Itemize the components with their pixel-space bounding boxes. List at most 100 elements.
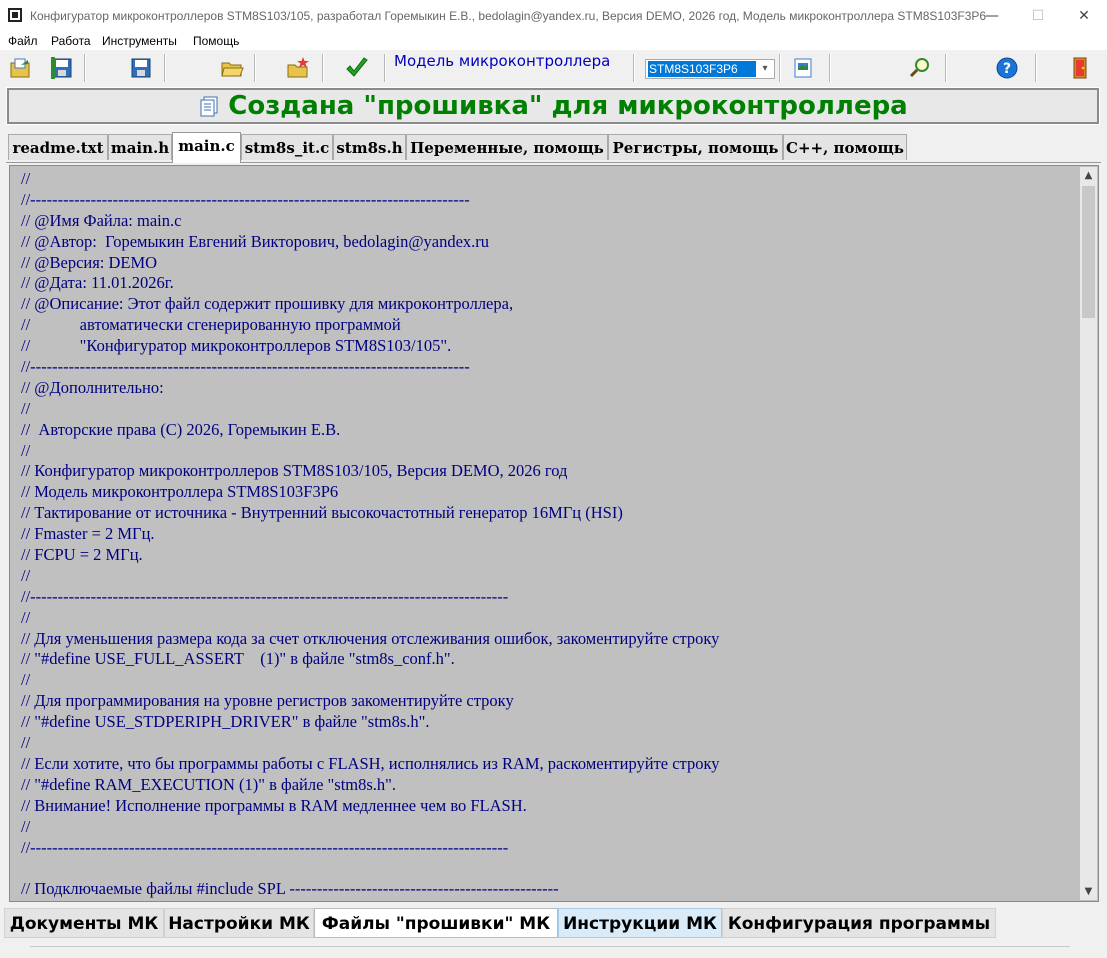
code-line: // @Дополнительно: <box>21 377 164 397</box>
bottom-tabs: Документы МК Настройки МК Файлы "прошивк… <box>0 905 1107 940</box>
file-tabs: readme.txt main.h main.c stm8s_it.c stm8… <box>6 132 1101 163</box>
new-project-icon <box>287 57 309 78</box>
toolbar-separator <box>84 54 86 82</box>
tab-stm8s-h[interactable]: stm8s.h <box>333 134 406 160</box>
tab-stm8s-it-c[interactable]: stm8s_it.c <box>241 134 333 160</box>
minimize-button[interactable]: — <box>969 0 1015 32</box>
tab-mk-instructions[interactable]: Инструкции МК <box>558 908 722 938</box>
code-line: // <box>21 733 31 753</box>
toolbar-separator <box>254 54 256 82</box>
code-line: // @Дата: 11.01.2026г. <box>21 273 174 293</box>
code-line: // Конфигуратор микроконтроллеров STM8S1… <box>21 461 568 481</box>
generate-check-icon <box>346 57 368 77</box>
save-button[interactable] <box>127 54 155 82</box>
open-folder-icon <box>221 62 244 77</box>
toolbar-separator <box>945 54 947 82</box>
toolbar-separator <box>384 54 386 82</box>
status-divider <box>30 946 1070 947</box>
code-line: // <box>21 816 31 836</box>
model-label: Модель микроконтроллера <box>394 52 611 70</box>
document-icon <box>200 96 218 117</box>
code-line: // Подключаемые файлы #include SPL -----… <box>21 879 559 899</box>
code-line: // "Конфигуратор микроконтроллеров STM8S… <box>21 336 452 356</box>
new-project-button[interactable] <box>284 54 312 82</box>
save-all-icon <box>51 57 72 79</box>
code-line: // Тактирование от источника - Внутренни… <box>21 503 623 523</box>
scroll-thumb[interactable] <box>1082 186 1095 318</box>
status-strip <box>0 940 1107 958</box>
scroll-up-icon[interactable]: ▲ <box>1080 167 1097 184</box>
tab-registers-help[interactable]: Регистры, помощь <box>608 134 783 160</box>
code-line: //--------------------------------------… <box>21 189 470 209</box>
toolbar-separator <box>779 54 781 82</box>
code-line: // "#define USE_STDPERIPH_DRIVER" в файл… <box>21 712 430 732</box>
banner-text: Создана "прошивка" для микроконтроллера <box>228 91 908 121</box>
code-line: // Авторские права (C) 2026, Горемыкин Е… <box>21 419 341 439</box>
toolbar-separator <box>829 54 831 82</box>
open-folder-button[interactable] <box>218 54 246 82</box>
model-select[interactable]: STM8S103F3P6 ▾ <box>645 59 775 79</box>
toolbar-separator <box>1035 54 1037 82</box>
menu-bar: Файл Работа Инструменты Помощь <box>0 32 1107 50</box>
scroll-down-icon[interactable]: ▼ <box>1080 883 1097 900</box>
svg-text:?: ? <box>1003 61 1011 77</box>
toolbar: Модель микроконтроллера STM8S103F3P6 ▾ ? <box>0 50 1107 86</box>
tab-cpp-help[interactable]: C++, помощь <box>783 134 907 160</box>
code-line: // Для уменьшения размера кода за счет о… <box>21 628 720 648</box>
search-refresh-icon <box>909 58 929 78</box>
tab-main-h[interactable]: main.h <box>108 134 172 160</box>
tab-main-c[interactable]: main.c <box>172 132 241 163</box>
window-title: Конфигуратор микроконтроллеров STM8S103/… <box>30 9 987 23</box>
exit-icon <box>1073 57 1087 79</box>
save-icon <box>131 58 151 78</box>
vertical-scrollbar[interactable]: ▲ ▼ <box>1080 167 1097 900</box>
code-editor[interactable]: ////------------------------------------… <box>9 165 1099 902</box>
code-line: // автоматически сгенерированную програм… <box>21 315 401 335</box>
chevron-down-icon[interactable]: ▾ <box>758 62 772 76</box>
code-line: // "#define RAM_EXECUTION (1)" в файле "… <box>21 774 397 794</box>
menu-help[interactable]: Помощь <box>193 34 239 48</box>
help-button[interactable]: ? <box>993 54 1021 82</box>
code-line: // @Имя Файла: main.c <box>21 210 182 230</box>
tab-mk-documents[interactable]: Документы МК <box>4 908 164 938</box>
code-line: // Если хотите, что бы программы работы … <box>21 753 720 773</box>
code-line: //--------------------------------------… <box>21 586 509 606</box>
save-all-button[interactable] <box>48 54 76 82</box>
code-line: // Внимание! Исполнение программы в RAM … <box>21 795 527 815</box>
menu-work[interactable]: Работа <box>51 34 91 48</box>
code-line: // Fmaster = 2 МГц. <box>21 524 155 544</box>
toolbar-separator <box>633 54 635 82</box>
maximize-button[interactable]: ☐ <box>1015 0 1061 32</box>
tab-firmware-files[interactable]: Файлы "прошивки" МК <box>314 908 558 938</box>
search-button[interactable] <box>906 54 934 82</box>
device-info-icon <box>794 58 812 78</box>
code-line: // <box>21 607 31 627</box>
tab-readme-txt[interactable]: readme.txt <box>8 134 108 160</box>
code-line: //--------------------------------------… <box>21 837 509 857</box>
tab-variables-help[interactable]: Переменные, помощь <box>406 134 608 160</box>
code-line: // FCPU = 2 МГц. <box>21 545 143 565</box>
code-line: // Для программирования на уровне регист… <box>21 691 514 711</box>
open-project-icon <box>10 58 30 78</box>
status-banner: Создана "прошивка" для микроконтроллера <box>6 87 1100 125</box>
open-project-button[interactable] <box>7 54 35 82</box>
menu-tools[interactable]: Инструменты <box>102 34 177 48</box>
generate-button[interactable] <box>343 54 371 82</box>
tab-program-configuration[interactable]: Конфигурация программы <box>722 908 996 938</box>
tab-mk-settings[interactable]: Настройки МК <box>164 908 314 938</box>
code-line: // <box>21 169 31 188</box>
code-line: // <box>21 440 31 460</box>
code-line: // Модель микроконтроллера STM8S103F3P6 <box>21 482 339 502</box>
code-line: // <box>21 398 31 418</box>
title-bar: Конфигуратор микроконтроллеров STM8S103/… <box>0 0 1107 33</box>
close-button[interactable]: ✕ <box>1061 0 1107 32</box>
device-info-button[interactable] <box>789 54 817 82</box>
code-line: // "#define USE_FULL_ASSERT (1)" в файле… <box>21 649 455 669</box>
app-icon <box>8 8 22 22</box>
code-line: // <box>21 670 31 690</box>
code-line: // @Описание: Этот файл содержит прошивк… <box>21 294 514 314</box>
menu-file[interactable]: Файл <box>8 34 38 48</box>
code-text[interactable]: ////------------------------------------… <box>21 169 1076 900</box>
exit-button[interactable] <box>1066 54 1094 82</box>
